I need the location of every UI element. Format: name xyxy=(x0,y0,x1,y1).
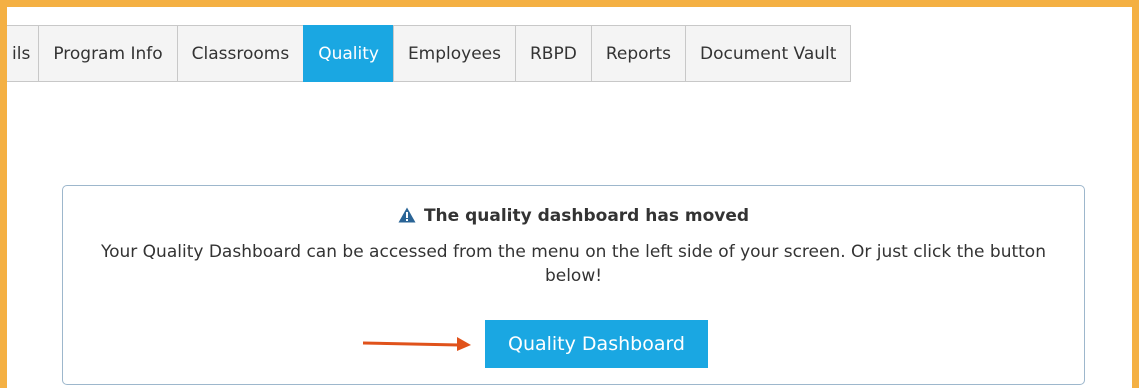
notice-title: The quality dashboard has moved xyxy=(63,206,1084,228)
warning-triangle-icon xyxy=(398,207,416,228)
notice-title-text: The quality dashboard has moved xyxy=(423,206,750,226)
tab-document-vault[interactable]: Document Vault xyxy=(685,25,852,82)
tab-quality[interactable]: Quality xyxy=(303,25,393,82)
notice-message: Your Quality Dashboard can be accessed f… xyxy=(100,242,1046,286)
tab-employees[interactable]: Employees xyxy=(392,25,515,82)
tab-reports[interactable]: Reports xyxy=(590,25,686,82)
tab-classrooms[interactable]: Classrooms xyxy=(176,25,304,82)
pointer-arrow-icon xyxy=(361,334,473,356)
tab-rbpd[interactable]: RBPD xyxy=(515,25,591,82)
quality-dashboard-button[interactable]: Quality Dashboard xyxy=(485,320,708,368)
dashboard-moved-notice: The quality dashboard has moved Your Qua… xyxy=(62,185,1085,385)
tab-details[interactable]: ils xyxy=(7,25,39,82)
highlight-frame: ils Program Info Classrooms Quality Empl… xyxy=(0,0,1139,388)
tab-bar: ils Program Info Classrooms Quality Empl… xyxy=(7,25,852,82)
tab-program-info[interactable]: Program Info xyxy=(38,25,177,82)
